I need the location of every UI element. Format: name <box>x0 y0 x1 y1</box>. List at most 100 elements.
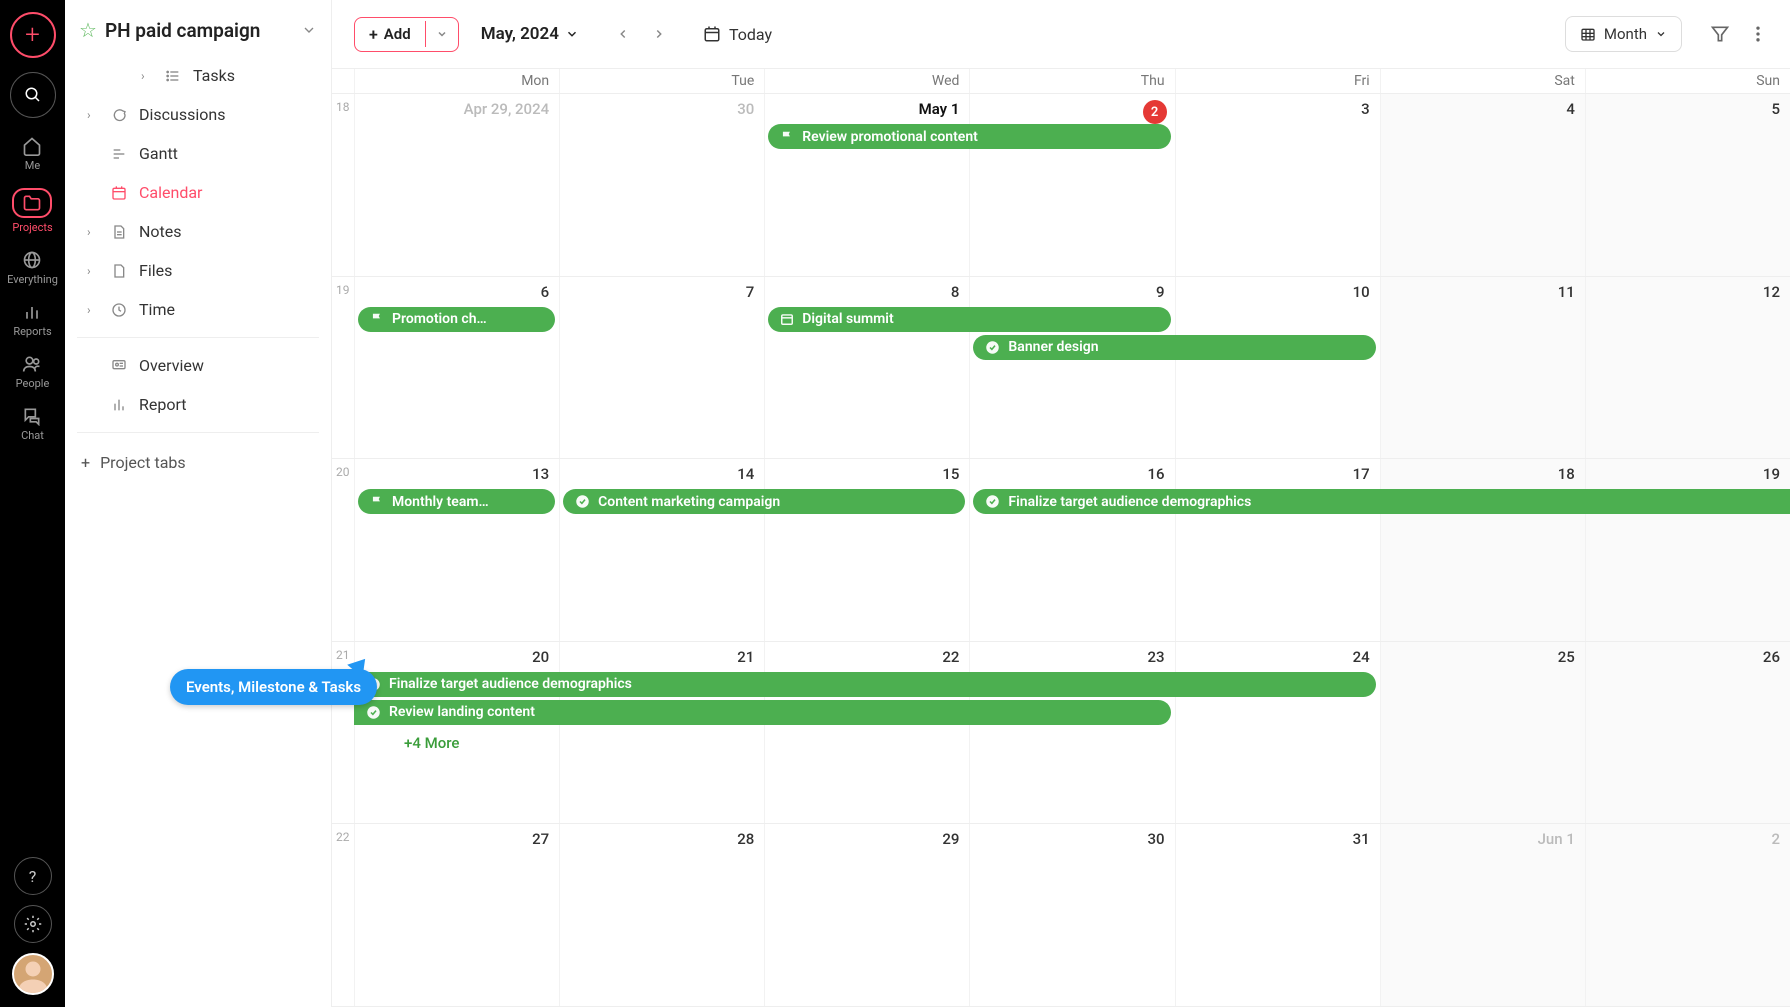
more-vertical-icon <box>1748 24 1768 44</box>
calendar-cell[interactable]: 18 <box>1380 459 1585 641</box>
rail-item-me[interactable]: Me <box>7 128 58 180</box>
calendar-cell[interactable]: Jun 1 <box>1380 824 1585 1006</box>
calendar-cell[interactable]: 26 <box>1585 642 1790 824</box>
calendar-week: 2120212223242526Finalize target audience… <box>332 642 1790 825</box>
check-icon <box>575 494 590 509</box>
calendar-cell[interactable]: 20 <box>354 642 559 824</box>
calendar-event[interactable]: Content marketing campaign <box>563 489 965 514</box>
calendar-cell[interactable]: 21 <box>559 642 764 824</box>
calendar-cell[interactable]: 30 <box>969 824 1174 1006</box>
calendar-cell[interactable]: 29 <box>764 824 969 1006</box>
calendar-cell[interactable]: 22 <box>764 642 969 824</box>
sidebar-item-tasks[interactable]: ›Tasks <box>73 56 323 95</box>
rail-item-reports[interactable]: Reports <box>7 294 58 346</box>
filter-button[interactable] <box>1710 24 1730 44</box>
project-title[interactable]: PH paid campaign <box>105 19 293 42</box>
project-tabs-button[interactable]: + Project tabs <box>65 441 331 484</box>
calendar-cell[interactable]: 31 <box>1175 824 1380 1006</box>
calendar-cell[interactable]: 9 <box>969 277 1174 459</box>
calendar-event[interactable]: Review promotional content <box>768 124 1170 149</box>
calendar-cell[interactable]: 15 <box>764 459 969 641</box>
calendar-cell[interactable]: 8 <box>764 277 969 459</box>
calendar-cell[interactable]: 5 <box>1585 94 1790 276</box>
calendar-cell[interactable]: 28 <box>559 824 764 1006</box>
calendar-cell[interactable]: 6 <box>354 277 559 459</box>
sidebar-item-overview[interactable]: Overview <box>73 346 323 385</box>
calendar-cell[interactable]: 24 <box>1175 642 1380 824</box>
calendar-cell[interactable]: 12 <box>1585 277 1790 459</box>
user-avatar[interactable] <box>12 953 54 995</box>
calendar-event[interactable]: Finalize target audience demographics <box>354 672 1376 697</box>
settings-button[interactable] <box>14 905 52 943</box>
calendar-cell[interactable]: 14 <box>559 459 764 641</box>
chevron-right-icon: › <box>87 225 101 239</box>
prev-button[interactable] <box>607 18 639 50</box>
calendar-cell[interactable]: 7 <box>559 277 764 459</box>
sidebar-item-label: Overview <box>139 356 204 375</box>
rail-item-everything[interactable]: Everything <box>7 242 58 294</box>
calendar-cell[interactable]: 30 <box>559 94 764 276</box>
calendar-event[interactable]: Monthly team… <box>358 489 555 514</box>
calendar-cell[interactable]: 27 <box>354 824 559 1006</box>
sidebar-item-discussions[interactable]: ›Discussions <box>73 95 323 134</box>
calendar-cell[interactable]: 10 <box>1175 277 1380 459</box>
calendar-event[interactable]: Digital summit <box>768 307 1170 332</box>
calendar-cell[interactable]: 3 <box>1175 94 1380 276</box>
plus-icon: + <box>369 25 378 44</box>
rail-label: Reports <box>13 325 51 338</box>
calendar-cell[interactable]: 2 <box>969 94 1174 276</box>
calendar-event[interactable]: Promotion ch… <box>358 307 555 332</box>
more-button[interactable] <box>1748 24 1768 44</box>
sidebar-item-files[interactable]: ›Files <box>73 251 323 290</box>
view-switcher[interactable]: Month <box>1565 16 1682 52</box>
calendar-cell[interactable]: 2 <box>1585 824 1790 1006</box>
month-picker[interactable]: May, 2024 <box>481 24 579 44</box>
month-label: May, 2024 <box>481 24 559 44</box>
calendar-cell[interactable]: May 1 <box>764 94 969 276</box>
calendar-event[interactable]: Review landing content <box>354 700 1171 725</box>
next-button[interactable] <box>643 18 675 50</box>
add-dropdown[interactable] <box>425 21 458 47</box>
project-dropdown[interactable] <box>301 22 317 38</box>
calendar-cell[interactable]: 13 <box>354 459 559 641</box>
event-label: Banner design <box>1008 339 1098 355</box>
date-label: 3 <box>1186 100 1370 118</box>
calendar-cell[interactable]: 17 <box>1175 459 1380 641</box>
sidebar-item-gantt[interactable]: Gantt <box>73 134 323 173</box>
calendar-cell[interactable]: 25 <box>1380 642 1585 824</box>
calendar-cell[interactable]: 19 <box>1585 459 1790 641</box>
today-button[interactable]: Today <box>703 25 772 44</box>
discuss-icon <box>111 107 129 123</box>
sidebar-item-report[interactable]: Report <box>73 385 323 424</box>
global-search-button[interactable] <box>10 72 56 118</box>
filter-icon <box>1710 24 1730 44</box>
calendar-cell[interactable]: 16 <box>969 459 1174 641</box>
global-add-button[interactable]: + <box>10 12 56 58</box>
week-number: 19 <box>332 277 354 459</box>
callout-text: Events, Milestone & Tasks <box>186 678 361 696</box>
rail-item-projects[interactable]: Projects <box>7 180 58 242</box>
calendar-cell[interactable]: 23 <box>969 642 1174 824</box>
calendar-week: 222728293031Jun 12 <box>332 824 1790 1007</box>
calendar-cell[interactable]: Apr 29, 2024 <box>354 94 559 276</box>
chevron-right-icon: › <box>141 69 155 83</box>
check-icon <box>985 340 1000 355</box>
calendar-cell[interactable]: 11 <box>1380 277 1585 459</box>
star-icon[interactable]: ☆ <box>79 18 97 42</box>
chevron-right-icon: › <box>87 303 101 317</box>
chevron-down-icon <box>565 27 579 41</box>
help-button[interactable]: ? <box>14 857 52 895</box>
calendar-cell[interactable]: 4 <box>1380 94 1585 276</box>
calendar-event[interactable]: Finalize target audience demographics <box>973 489 1790 514</box>
date-label: 21 <box>570 648 754 666</box>
add-button[interactable]: + Add <box>355 18 425 51</box>
rail-item-people[interactable]: People <box>7 346 58 398</box>
notification-badge[interactable]: 2 <box>1143 100 1167 124</box>
sidebar-item-calendar[interactable]: Calendar <box>73 173 323 212</box>
rail-item-chat[interactable]: Chat <box>7 398 58 450</box>
sidebar-item-notes[interactable]: ›Notes <box>73 212 323 251</box>
bar-icon <box>22 302 42 322</box>
calendar-event[interactable]: Banner design <box>973 335 1375 360</box>
more-events-link[interactable]: +4 More <box>404 734 459 752</box>
sidebar-item-time[interactable]: ›Time <box>73 290 323 329</box>
